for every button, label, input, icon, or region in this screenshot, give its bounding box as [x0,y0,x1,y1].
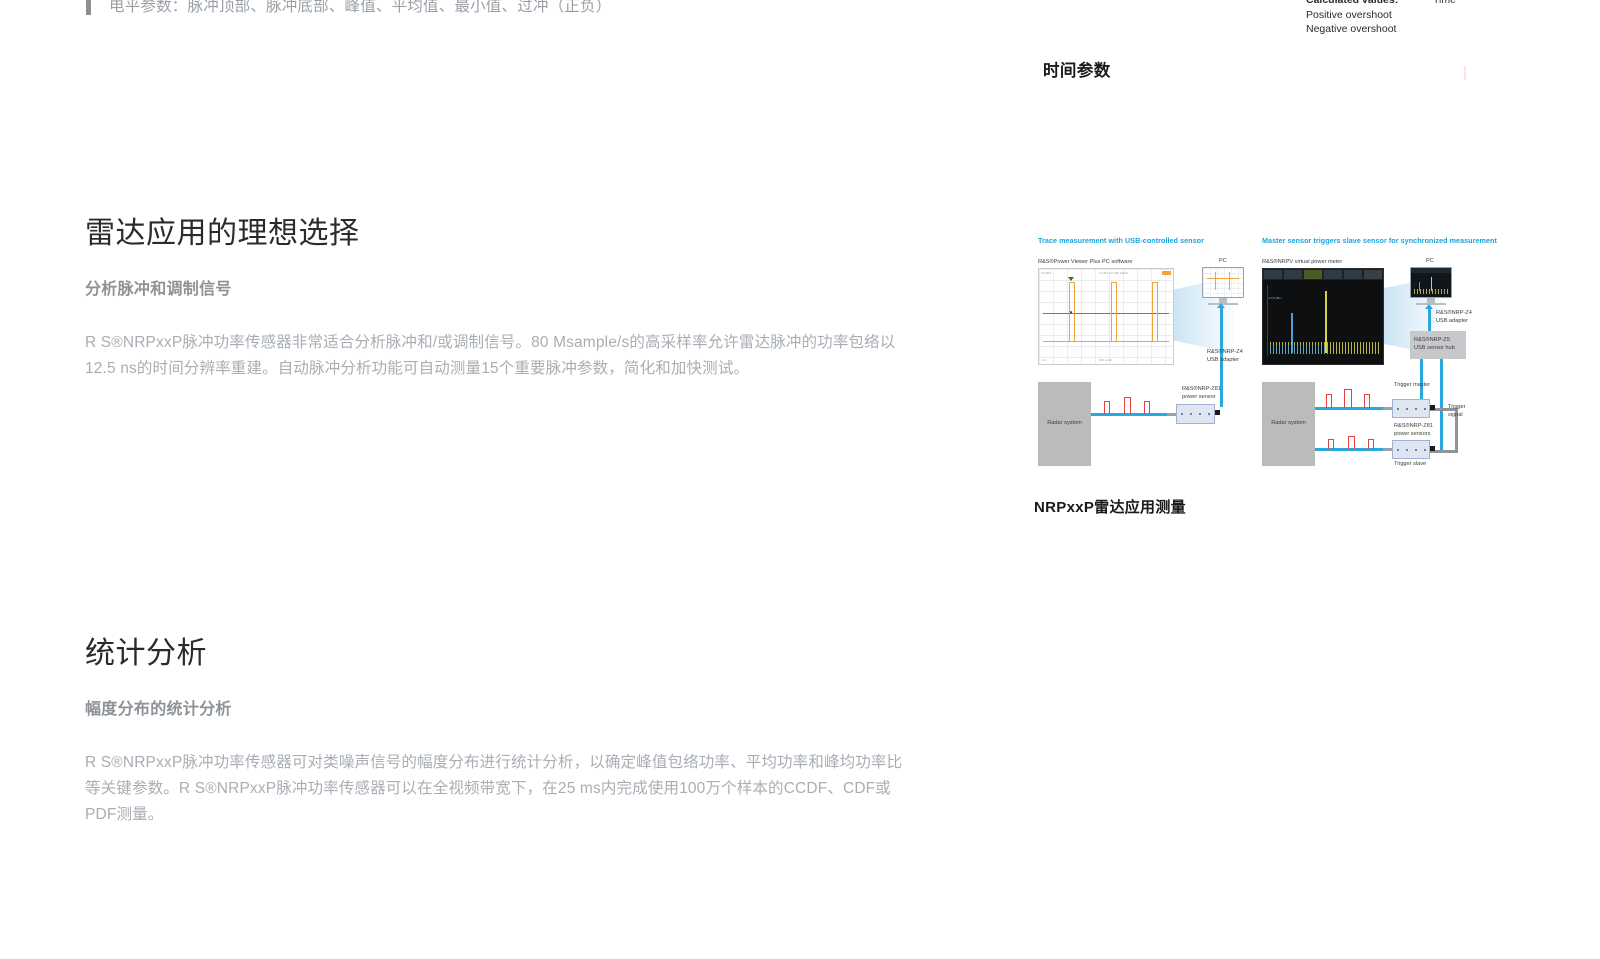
sensor-plug-left [1215,410,1220,415]
nrpv-screenshot: -10.00 dBm [1262,268,1384,365]
power-sensor-slave [1392,440,1430,459]
diagram-right-source-label: Radar system [1271,420,1306,426]
power-sensor-left [1176,404,1215,424]
section-body-statistics: R S®NRPxxP脉冲功率传感器可对类噪声信号的幅度分布进行统计分析，以确定峰… [85,754,903,823]
calculated-values-item-positive: Positive overshoot [1306,8,1392,21]
figure-radar-application: Trace measurement with USB-controlled se… [1034,236,1497,468]
figure-caption: NRPxxP雷达应用测量 [1034,499,1186,516]
diagram-left-adapter-label-2: USB adapter [1207,357,1240,363]
pc-monitor-right [1410,267,1452,298]
section-statistics: 统计分析 幅度分布的统计分析 R S®NRPxxP脉冲功率传感器可对类噪声信号的… [85,634,915,828]
calculated-values-legend: Calculated values: Positive overshoot Ne… [1306,0,1398,37]
usb-cable-right [1428,309,1431,331]
diagram-left-adapter-label-1: R&S®NRP-Z4 [1207,349,1243,355]
diagram-left-title: Trace measurement with USB-controlled se… [1038,236,1204,245]
cable-arrow-right [1425,304,1433,309]
section-subtitle-statistics: 幅度分布的统计分析 [85,701,232,718]
radar-system-box-right: Radar system [1262,382,1315,466]
diagram-right-trigger-slave-label: Trigger slave [1394,461,1427,467]
diagram-right-sensor-label-1: R&S®NRP-Z81 [1394,423,1433,429]
section-subtitle-radar: 分析脉冲和调制信号 [85,281,232,298]
pink-tick-mark [1464,66,1466,80]
diagram-left-sensor-label-1: R&S®NRP-Z81 [1182,386,1221,392]
page-title-statistics: 统计分析 [85,637,207,670]
radar-system-box-left: Radar system [1038,382,1091,466]
sensor-plug-slave [1430,446,1435,451]
diagram-right-software-label: R&S®NRPV virtual power meter [1262,259,1343,265]
diagram-right-adapter-label-1: R&S®NRP-Z4 [1436,310,1472,316]
feature-bullet-item: 电平参数：脉冲顶部、脉冲底部、峰值、平均值、最小值、过冲（正负） [86,0,611,18]
time-parameters-heading: 时间参数 [1043,62,1111,80]
diagram-right-trigger-signal-2: signal [1448,412,1463,418]
time-axis-label: Time [1433,0,1456,6]
calculated-values-item-negative: Negative overshoot [1306,23,1397,35]
feature-bullet-text: 电平参数：脉冲顶部、脉冲底部、峰值、平均值、最小值、过冲（正负） [109,0,612,15]
section-body-radar: R S®NRPxxP脉冲功率传感器非常适合分析脉冲和/或调制信号。80 Msam… [85,334,896,377]
power-viewer-screenshot: 10 dBm 11.38 GHz 390 Sa/div -1.0 300 ns/… [1038,268,1174,365]
calculated-values-title: Calculated values: [1306,0,1399,6]
diagram-right-trigger-master-label: Trigger master [1394,382,1431,388]
diagram-right-hub-label-2: USB sensor hub [1414,345,1455,351]
diagram-right-hub-label-1: R&S®NRP-Z5 [1414,337,1450,343]
power-sensor-master [1392,399,1430,418]
diagram-trace-measurement: Trace measurement with USB-controlled se… [1034,236,1246,468]
sensor-connector-master [1383,407,1392,410]
diagram-left-pc-label: PC [1219,258,1227,264]
diagram-right-adapter-label-2: USB adapter [1436,318,1469,324]
diagram-right-pc-label: PC [1426,258,1434,264]
pc-monitor-left [1202,267,1244,298]
diagram-left-software-label: R&S®Power Viewer Plus PC software [1038,259,1133,265]
sensor-connector-left [1167,413,1176,416]
nrpv-toolbar [1263,269,1383,280]
bullet-marker-icon [86,0,91,15]
diagram-right-trigger-signal-1: Trigger [1448,404,1466,410]
page-title-radar: 雷达应用的理想选择 [85,217,360,250]
diagram-master-slave-trigger: Master sensor triggers slave sensor for … [1258,236,1497,468]
sensor-plug-master [1430,405,1435,410]
diagram-pair: Trace measurement with USB-controlled se… [1034,236,1497,468]
diagram-left-source-label: Radar system [1047,420,1082,426]
diagram-right-title: Master sensor triggers slave sensor for … [1262,236,1497,245]
diagram-right-sensor-label-2: power sensors [1394,431,1431,437]
sensor-connector-slave [1383,448,1392,451]
cable-arrow-left [1217,303,1225,308]
hub-cable-slave [1440,359,1443,451]
product-page: 电平参数：脉冲顶部、脉冲底部、峰值、平均值、最小值、过冲（正负） Calcula… [0,0,1600,959]
section-radar: 雷达应用的理想选择 分析脉冲和调制信号 R S®NRPxxP脉冲功率传感器非常适… [85,214,905,382]
diagram-left-sensor-label-2: power sensor [1182,394,1216,400]
